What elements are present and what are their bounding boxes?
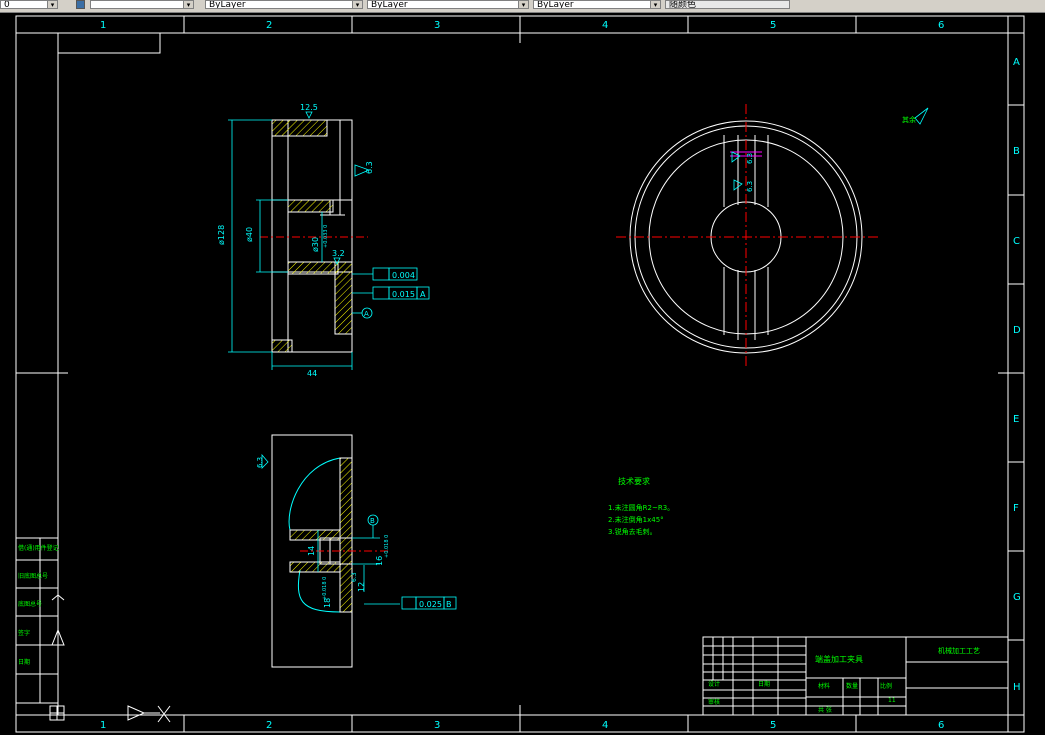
rough-63b: 6.3 [746,153,754,164]
row-label: B [1013,146,1020,157]
left-block-label: 签字 [18,629,30,637]
layer-state-combo[interactable]: ▾ [90,0,194,9]
section-view-lower[interactable]: 6.3 14 16 +0.018 0 18 +0.018 0 12 6.3 0.… [256,434,457,668]
tol-18: +0.018 0 [322,577,328,600]
rough-32: 3.2 [332,249,345,258]
row-label: C [1013,236,1020,247]
layer-combo[interactable]: 0 ▾ [0,0,58,9]
datum-a-ref: A [420,290,426,299]
tech-req-title: 技术要求 [618,476,650,486]
front-view-circle[interactable]: 6.3 6.3 其余 [616,104,929,368]
title-mat: 材料 [818,682,830,690]
rough-63c: 6.3 [746,181,754,192]
row-label: F [1013,503,1019,514]
col-label: 4 [602,20,608,31]
layer-combo-value: 0 [4,0,10,9]
cad-model-space[interactable]: 1 2 3 4 5 6 1 2 3 4 5 6 A B C D E F G H … [0,12,1045,735]
section-view-main[interactable]: ø128 ø40 ø30 +0.033 0 44 12.5 6.3 3.2 0.… [217,103,430,378]
chevron-down-icon[interactable]: ▾ [518,1,528,8]
drawing-frame [15,15,1025,733]
row-label: H [1013,682,1021,693]
col-label: 2 [266,720,272,731]
dim-dia128: ø128 [217,225,226,245]
left-block-label: 日期 [18,658,30,666]
linetype-combo-value: ByLayer [371,0,408,9]
row-label: A [1013,57,1020,68]
tech-req-line: 2.未注倒角1x45° [608,515,664,524]
datum-b-ref: B [446,600,452,609]
dim-len44: 44 [307,369,317,378]
tech-req-line: 3.锐角去毛刺。 [608,527,657,536]
tol-perp: 0.015 [392,290,415,299]
rough-63d: 6.3 [256,457,264,468]
row-label: E [1013,414,1019,425]
left-block-label: 借(通)用件登记 [18,544,59,552]
dim-dia40: ø40 [245,227,254,242]
plotstyle-combo[interactable]: 随颜色 [665,0,790,9]
linetype-combo[interactable]: ByLayer ▾ [367,0,529,9]
title-sheet: 共 张 [818,706,832,714]
dim-12: 12 [357,582,366,592]
title-part-name: 端盖加工夹具 [815,654,863,664]
col-label: 6 [938,720,944,731]
chevron-down-icon[interactable]: ▾ [183,1,193,8]
datum-b: B [370,517,375,525]
col-label: 6 [938,20,944,31]
tol-16: +0.018 0 [384,535,390,558]
color-combo-value: ByLayer [209,0,246,9]
tol-flat: 0.004 [392,271,415,280]
rough-63e: 6.3 [351,572,358,582]
title-count: 11 [888,697,896,704]
technical-requirements: 技术要求 1.未注圆角R2~R3。 2.未注倒角1x45° 3.锐角去毛刺。 [608,476,674,536]
col-label: 3 [434,720,440,731]
lineweight-combo-value: ByLayer [537,0,574,9]
row-label: G [1013,592,1021,603]
col-label: 4 [602,720,608,731]
dim-tol30: +0.033 0 [323,225,329,248]
col-label: 2 [266,20,272,31]
color-combo[interactable]: ByLayer ▾ [205,0,363,9]
datum-a: A [364,310,369,318]
rest-rough: 其余 [902,115,916,124]
left-block-label: 旧底图总号 [18,572,48,580]
chevron-down-icon[interactable]: ▾ [650,1,660,8]
title-qty: 数量 [846,682,858,690]
col-label: 1 [100,20,106,31]
dim-dia30: ø30 [311,237,320,252]
title-date: 日期 [758,680,770,688]
plotstyle-combo-value: 随颜色 [669,0,697,9]
rough-63a: 6.3 [365,161,374,174]
col-label: 5 [770,720,776,731]
title-design: 设计 [708,680,720,688]
col-label: 3 [434,20,440,31]
frame-labels: 1 2 3 4 5 6 1 2 3 4 5 6 A B C D E F G H [100,20,1021,731]
title-check: 审核 [708,698,720,706]
dim-14: 14 [307,546,316,556]
title-scale: 比例 [880,682,892,690]
left-registration-block [15,537,59,704]
col-label: 5 [770,20,776,31]
ucs-icon [49,594,171,723]
dim-16: 16 [375,556,384,566]
row-label: D [1013,325,1021,336]
rough-125: 12.5 [300,103,318,112]
chevron-down-icon[interactable]: ▾ [352,1,362,8]
chevron-down-icon[interactable]: ▾ [47,1,57,8]
col-label: 1 [100,720,106,731]
layer-manager-icon[interactable] [76,0,85,9]
left-block-label: 底图总号 [18,600,42,608]
lineweight-combo[interactable]: ByLayer ▾ [533,0,661,9]
tol-par: 0.025 [419,600,442,609]
title-school: 机械加工工艺 [938,646,980,655]
tech-req-line: 1.未注圆角R2~R3。 [608,503,674,512]
